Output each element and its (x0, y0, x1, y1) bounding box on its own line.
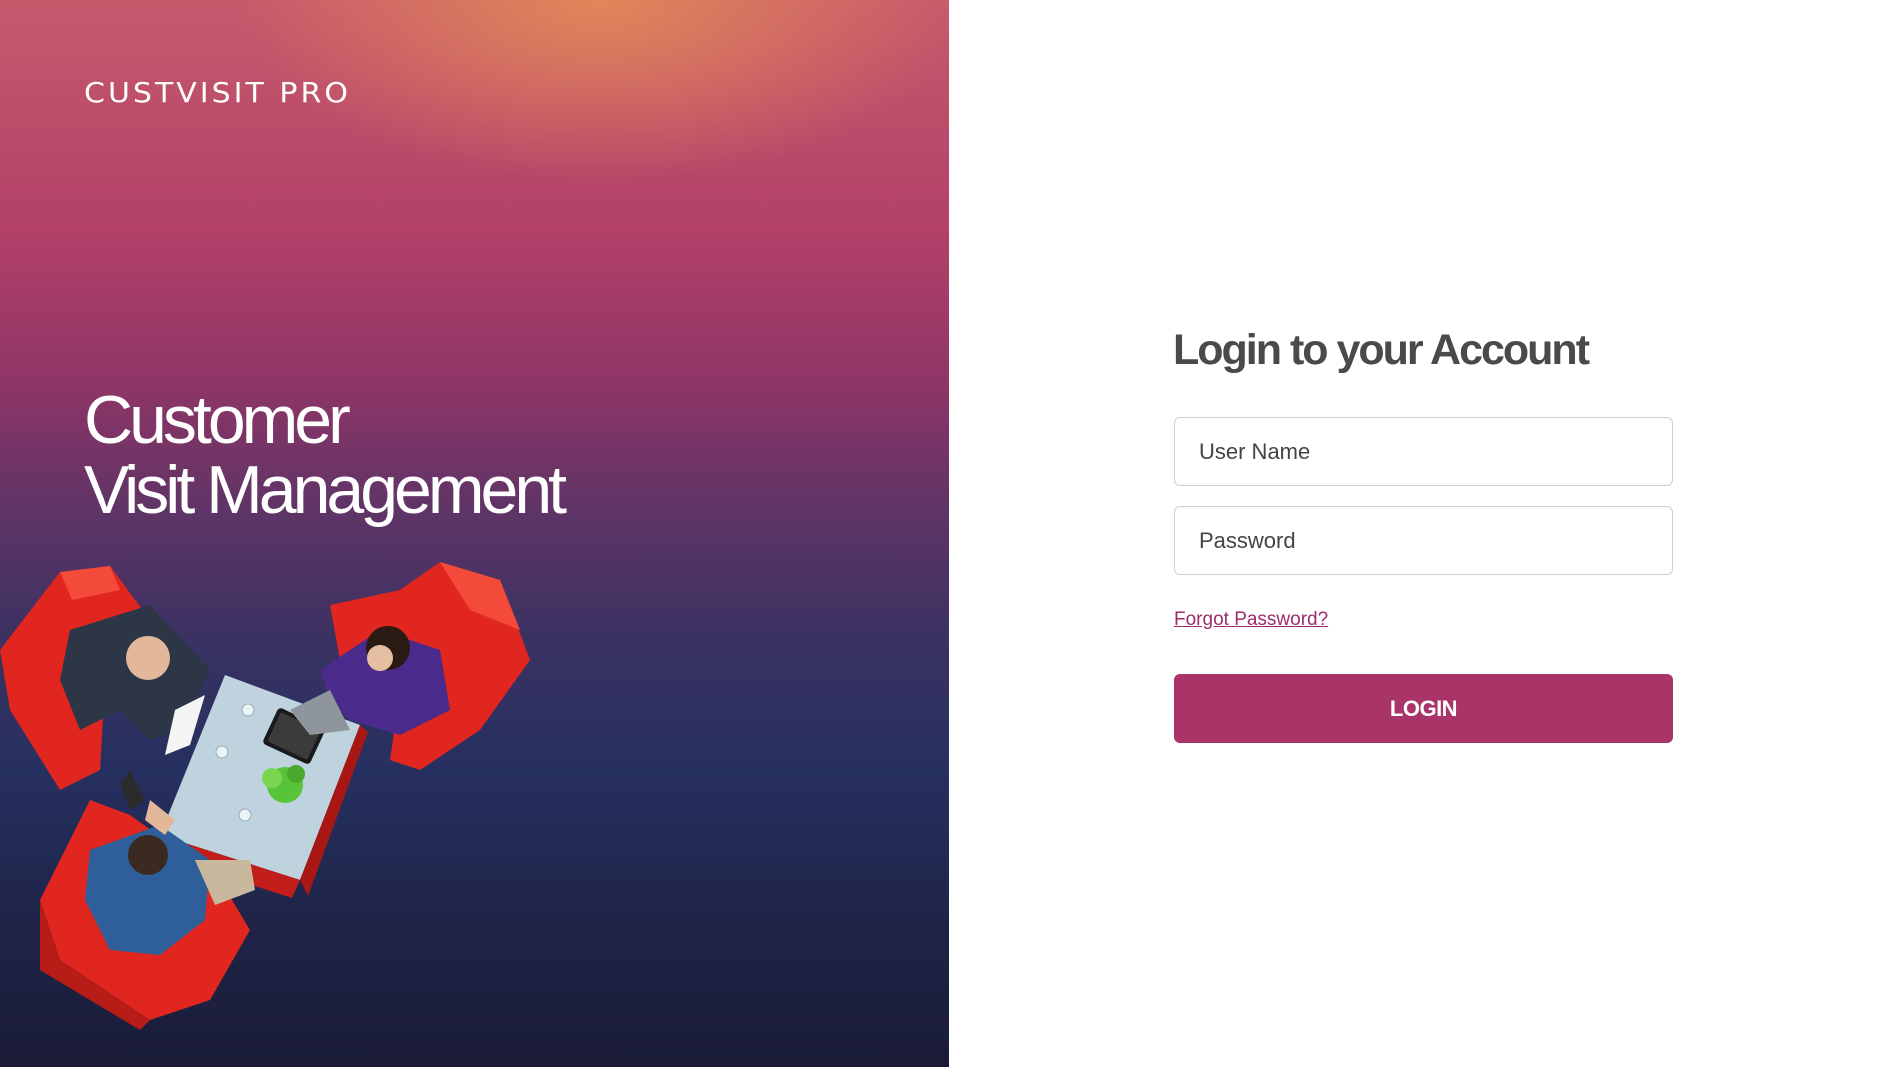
tagline-line-2: Visit Management (84, 452, 567, 528)
brand-logo: CUSTVISIT PRO (84, 77, 351, 110)
meeting-illustration-icon (0, 562, 530, 1030)
tagline-line-1: Customer (84, 382, 351, 458)
username-input[interactable] (1174, 417, 1673, 486)
login-page: CUSTVISIT PRO Customer Visit Management (0, 0, 1897, 1067)
forgot-password-link[interactable]: Forgot Password? (1174, 609, 1328, 631)
login-button[interactable]: LOGIN (1174, 674, 1673, 743)
hero-tagline: Customer Visit Management (84, 382, 567, 528)
password-input[interactable] (1174, 506, 1673, 575)
hero-panel: CUSTVISIT PRO Customer Visit Management (0, 0, 949, 1067)
login-panel: Login to your Account Forgot Password? L… (949, 0, 1897, 1067)
login-title: Login to your Account (1173, 326, 1590, 374)
